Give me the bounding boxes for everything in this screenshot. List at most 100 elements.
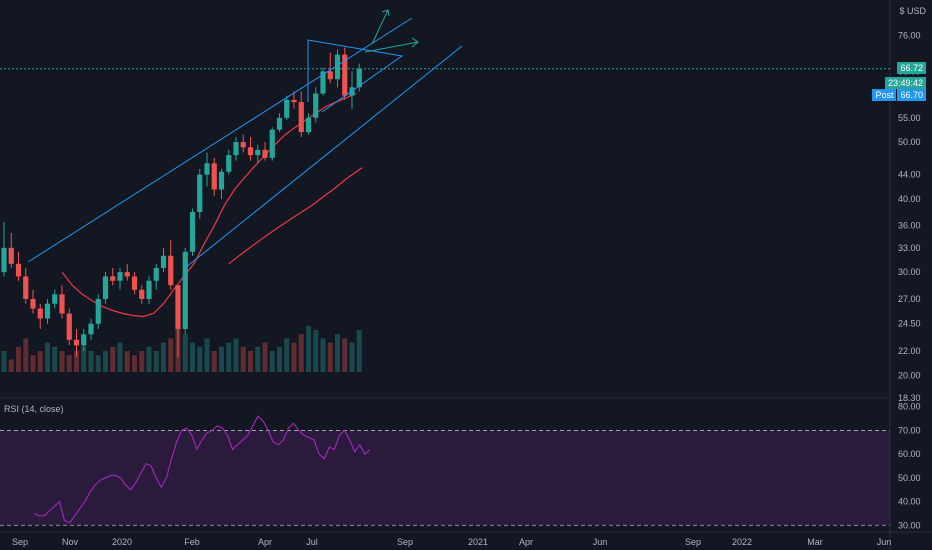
candle-body: [313, 93, 319, 118]
volume-bar: [16, 346, 21, 372]
candle-body: [197, 174, 203, 212]
volume-bar: [204, 338, 210, 372]
candle-body: [81, 334, 87, 346]
volume-bar: [313, 330, 319, 372]
candle-body: [226, 155, 232, 172]
time-tick-label: 2020: [112, 537, 132, 547]
price-tick-label: 22.00: [898, 346, 921, 356]
volume-bar: [182, 334, 188, 372]
candle-body: [102, 276, 109, 299]
currency-label: $ USD: [899, 6, 926, 16]
volume-bar: [335, 334, 340, 372]
volume-bar: [59, 351, 65, 372]
volume-bar: [211, 351, 217, 372]
rsi-tick-label: 60.00: [898, 449, 921, 459]
volume-bar: [233, 338, 239, 372]
volume-bar: [146, 346, 152, 372]
candle-body: [175, 285, 181, 329]
countdown-tag: 23:49:42: [884, 77, 926, 89]
candle-body: [262, 149, 268, 158]
volume-bar: [219, 346, 224, 372]
price-tick-label: 36.00: [898, 221, 921, 231]
last-price-tag: 66.72: [897, 62, 926, 74]
price-tick-label: 24.50: [898, 319, 921, 329]
volume-bar: [255, 346, 261, 372]
time-tick-label: Apr: [519, 537, 533, 547]
candle-body: [23, 276, 29, 299]
rsi-overbought-oversold-band: [0, 430, 890, 526]
time-tick-label: Sep: [12, 537, 28, 547]
volume-bar: [197, 346, 203, 372]
post-price-value: 66.70: [897, 89, 926, 101]
price-tick-label: 76.00: [898, 30, 921, 40]
candle-body: [146, 280, 152, 299]
candle-body: [269, 129, 275, 158]
candle-body: [240, 142, 246, 148]
volume-bar: [37, 351, 43, 372]
candle-body: [1, 247, 7, 273]
volume-bar: [124, 351, 130, 372]
time-tick-label: Nov: [62, 537, 79, 547]
volume-bar: [161, 342, 166, 372]
time-tick-label: Feb: [184, 537, 200, 547]
time-tick-label: Jun: [593, 537, 608, 547]
volume-bar: [262, 342, 268, 372]
candle-body: [160, 255, 167, 268]
candle-body: [131, 276, 138, 290]
countdown-value: 23:49:42: [887, 78, 923, 88]
volume-bar: [291, 342, 297, 372]
volume-bar: [320, 338, 326, 372]
volume-bar: [139, 351, 145, 372]
volume-bar: [269, 351, 275, 372]
candle-body: [66, 313, 72, 340]
time-tick-label: Apr: [258, 537, 272, 547]
candle-body: [44, 303, 51, 319]
last-price-value: 66.72: [900, 63, 923, 73]
volume-bar: [132, 355, 137, 372]
candle-body: [298, 102, 304, 133]
volume-bar: [8, 359, 14, 372]
price-tick-label: 55.00: [898, 113, 921, 123]
time-tick-label: Jul: [306, 537, 318, 547]
rsi-tick-label: 30.00: [898, 520, 921, 530]
candle-body: [153, 267, 159, 281]
time-tick-label: Mar: [807, 537, 823, 547]
volume-bar: [190, 342, 195, 372]
chart-canvas[interactable]: 76.0066.0055.0050.0044.0040.0036.0033.00…: [0, 0, 932, 550]
price-tick-label: 40.00: [898, 194, 921, 204]
volume-bar: [277, 346, 282, 372]
time-tick-label: Sep: [685, 537, 701, 547]
volume-bar: [110, 346, 116, 372]
candle-body: [95, 298, 101, 324]
volume-bar: [342, 338, 348, 372]
candle-body: [15, 263, 22, 277]
candle-body: [255, 149, 261, 156]
rsi-tick-label: 70.00: [898, 425, 921, 435]
rsi-tick-label: 50.00: [898, 473, 921, 483]
candle-body: [247, 147, 254, 156]
rsi-tick-label: 80.00: [898, 402, 921, 412]
candle-body: [37, 308, 43, 319]
candle-body: [73, 339, 80, 346]
candle-body: [305, 117, 312, 133]
candle-body: [204, 163, 210, 175]
volume-bar: [240, 346, 246, 372]
volume-bar: [66, 355, 72, 372]
price-tick-label: 50.00: [898, 137, 921, 147]
candle-body: [233, 142, 239, 156]
candle-body: [88, 323, 94, 335]
volume-bar: [306, 325, 311, 372]
volume-bar: [153, 351, 159, 372]
volume-bar: [95, 355, 101, 372]
time-tick-label: Jun: [877, 537, 892, 547]
candle-body: [168, 255, 174, 286]
time-tick-label: 2021: [468, 537, 488, 547]
rsi-title: RSI (14, close): [4, 404, 64, 414]
candle-body: [218, 171, 225, 190]
volume-bar: [52, 346, 58, 372]
volume-bar: [30, 355, 36, 372]
candle-body: [8, 247, 14, 264]
price-tick-label: 33.00: [898, 243, 921, 253]
volume-bar: [248, 351, 253, 372]
price-tick-label: 30.00: [898, 267, 921, 277]
